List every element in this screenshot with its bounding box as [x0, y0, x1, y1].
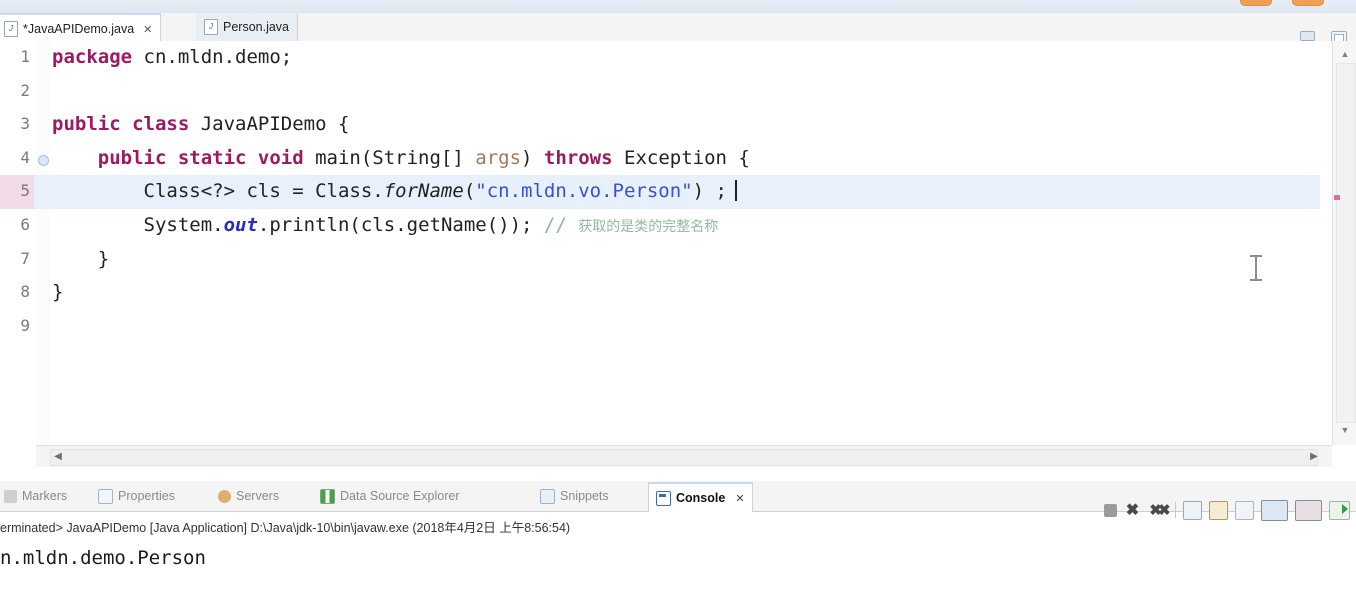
tab-label: Person.java: [223, 20, 290, 34]
close-icon[interactable]: ✕: [735, 492, 744, 505]
bottom-tab-bar: Markers Properties Servers Data Source E…: [0, 481, 1356, 521]
code-line[interactable]: 2: [0, 75, 1320, 109]
scroll-right-icon[interactable]: ▶: [1308, 450, 1320, 464]
terminate-icon[interactable]: ✖: [1124, 502, 1141, 519]
code-line[interactable]: 4 public static void main(String[] args)…: [0, 142, 1320, 176]
properties-icon: [98, 488, 113, 504]
tab-label: Servers: [236, 489, 280, 503]
tab-label: Console: [676, 491, 726, 505]
tab-label: Properties: [118, 489, 175, 503]
toolbar-strip: [0, 0, 1356, 13]
tab-snippets[interactable]: Snippets: [540, 482, 609, 510]
tab-console[interactable]: Console ✕: [648, 482, 753, 512]
line-number: 2: [20, 80, 30, 100]
console-process-header: erminated> JavaAPIDemo [Java Application…: [0, 521, 571, 535]
mouse-text-cursor: [1250, 255, 1262, 281]
scroll-down-icon[interactable]: ▼: [1338, 425, 1352, 435]
servers-icon: [218, 489, 231, 503]
code-text[interactable]: Class<?> cls = Class.forName("cn.mldn.vo…: [52, 179, 737, 204]
line-number-cell: 9: [0, 310, 34, 344]
code-line[interactable]: 8}: [0, 276, 1320, 310]
code-line[interactable]: 9: [0, 310, 1320, 344]
eclipse-ide-window: J *JavaAPIDemo.java ✕ J Person.java 1 pac…: [0, 0, 1356, 610]
tab-label: Markers: [22, 489, 68, 503]
tab-data-source-explorer[interactable]: Data Source Explorer: [320, 482, 460, 510]
fold-toggle-icon[interactable]: [38, 154, 49, 166]
line-number: 1: [20, 47, 30, 66]
tab-properties[interactable]: Properties: [98, 482, 175, 510]
display-selected-console-icon[interactable]: [1295, 499, 1322, 521]
remove-all-terminated-icon[interactable]: ✖✖: [1148, 502, 1170, 519]
line-number-cell: 5: [0, 175, 34, 209]
java-file-icon: J: [204, 19, 218, 35]
line-number: 6: [20, 215, 30, 234]
line-number-cell: 4: [0, 142, 34, 176]
console-output-text: n.mldn.demo.Person: [0, 547, 206, 569]
editor-vertical-scrollbar[interactable]: ▲ ▼: [1332, 41, 1356, 445]
code-text[interactable]: }: [52, 247, 109, 272]
scroll-left-icon[interactable]: ◀: [52, 450, 64, 464]
console-icon: [656, 490, 671, 506]
stop-icon[interactable]: [1104, 503, 1117, 517]
code-text[interactable]: }: [52, 280, 63, 305]
code-text[interactable]: public static void main(String[] args) t…: [52, 146, 750, 171]
line-number: 4: [20, 147, 30, 167]
code-text[interactable]: System.out.println(cls.getName()); // 获取…: [52, 213, 719, 240]
line-number-cell: 8: [0, 276, 34, 310]
code-text[interactable]: package cn.mldn.demo;: [52, 45, 292, 70]
line-number-cell: 2: [0, 75, 34, 109]
close-icon[interactable]: ✕: [143, 23, 152, 36]
editor-tab-bar: J *JavaAPIDemo.java ✕ J Person.java: [0, 13, 1356, 46]
clear-console-icon[interactable]: [1235, 500, 1254, 520]
line-number: 9: [20, 315, 30, 335]
editor-horizontal-scrollbar[interactable]: ◀ ▶: [36, 445, 1332, 468]
tab-person[interactable]: J Person.java: [196, 13, 299, 41]
code-line[interactable]: 6 System.out.println(cls.getName()); // …: [0, 209, 1320, 243]
open-console-options-icon[interactable]: [1329, 500, 1350, 520]
line-number: 3: [20, 114, 30, 134]
code-line[interactable]: 7 }: [0, 243, 1320, 277]
tab-servers[interactable]: Servers: [218, 482, 279, 510]
line-number: 5: [20, 181, 30, 201]
open-console-icon[interactable]: [1183, 500, 1202, 520]
java-file-icon: J: [4, 21, 18, 37]
code-line[interactable]: 5 Class<?> cls = Class.forName("cn.mldn.…: [0, 175, 1320, 209]
vertical-scroll-track[interactable]: [1336, 63, 1356, 423]
line-number: 8: [20, 282, 30, 302]
overview-ruler-marker[interactable]: [1334, 195, 1340, 200]
line-number-cell: 7: [0, 243, 34, 277]
line-number-cell: 3: [0, 108, 34, 142]
scroll-lock-icon[interactable]: [1209, 500, 1228, 520]
toolbar-icon-partial-left[interactable]: [1240, 0, 1272, 6]
markers-icon: [4, 489, 17, 503]
data-source-explorer-icon: [320, 488, 335, 504]
bottom-view: Markers Properties Servers Data Source E…: [0, 467, 1356, 610]
line-number: 7: [20, 248, 30, 268]
code-text[interactable]: public class JavaAPIDemo {: [52, 112, 349, 137]
code-area[interactable]: 1 package cn.mldn.demo; 2 3 public class Jav…: [0, 41, 1320, 445]
line-number-cell: 6: [0, 209, 34, 243]
toolbar-divider: [1175, 502, 1176, 518]
minimize-view-button[interactable]: [1300, 31, 1315, 41]
toolbar-icon-partial-right[interactable]: [1292, 0, 1324, 6]
tab-label: *JavaAPIDemo.java: [23, 22, 135, 36]
tab-label: Snippets: [560, 489, 609, 503]
pin-console-icon[interactable]: [1261, 499, 1288, 521]
code-editor[interactable]: 1 package cn.mldn.demo; 2 3 public class Jav…: [0, 41, 1356, 445]
horizontal-scroll-track[interactable]: [50, 449, 1318, 466]
tab-label: Data Source Explorer: [340, 489, 460, 503]
code-line[interactable]: 1 package cn.mldn.demo;: [0, 41, 1320, 75]
snippets-icon: [540, 488, 555, 504]
tab-markers[interactable]: Markers: [4, 482, 67, 510]
console-toolbar: ✖ ✖✖: [1104, 497, 1350, 523]
scroll-up-icon[interactable]: ▲: [1338, 49, 1352, 59]
line-number-cell: 1: [0, 41, 34, 75]
code-line[interactable]: 3 public class JavaAPIDemo {: [0, 108, 1320, 142]
tab-javaapidemo[interactable]: J *JavaAPIDemo.java ✕: [0, 13, 162, 43]
